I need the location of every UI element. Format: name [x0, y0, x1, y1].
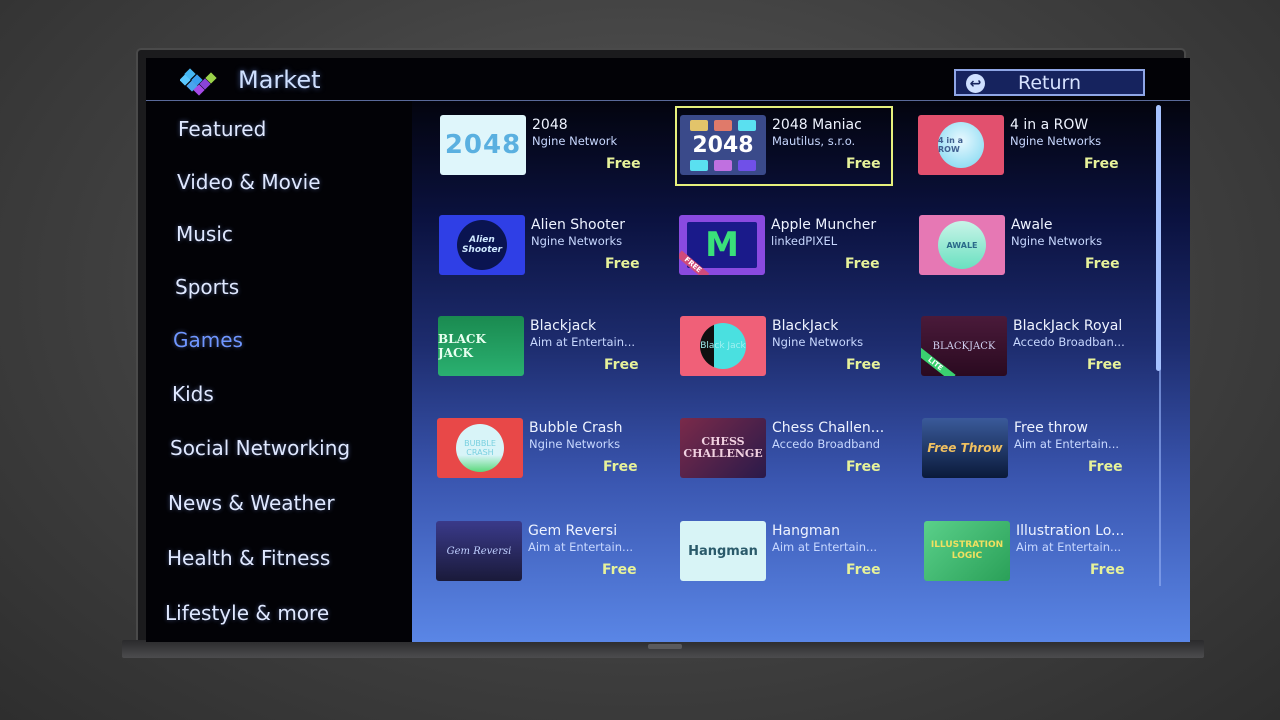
app-price: Free — [845, 256, 880, 272]
app-price: Free — [846, 156, 881, 172]
app-price: Free — [1088, 459, 1123, 475]
app-developer: Ngine Networks — [1010, 134, 1102, 148]
page-title: Market — [238, 66, 321, 94]
sidebar-item-health-fitness[interactable]: Health & Fitness — [167, 546, 330, 570]
app-tile-alien-shooter[interactable]: Alien Shooter Alien Shooter Ngine Networ… — [439, 211, 679, 281]
app-name: BlackJack — [772, 318, 839, 334]
app-thumbnail: Alien Shooter — [439, 215, 525, 275]
app-tile-bubble-crash[interactable]: BUBBLE CRASH Bubble Crash Ngine Networks… — [437, 414, 677, 484]
app-price: Free — [1087, 357, 1122, 373]
app-thumbnail: M FREE — [679, 215, 765, 275]
app-tile-blackjack-royal[interactable]: BLACKJACK LITE BlackJack Royal Accedo Br… — [921, 312, 1161, 382]
app-tile-apple-muncher[interactable]: M FREE Apple Muncher linkedPIXEL Free — [679, 211, 919, 281]
app-name: Free throw — [1014, 420, 1088, 436]
app-thumbnail: AWALE — [919, 215, 1005, 275]
app-name: Awale — [1011, 217, 1053, 233]
app-thumbnail: 4 in a ROW — [918, 115, 1004, 175]
app-thumbnail: BUBBLE CRASH — [437, 418, 523, 478]
app-developer: linkedPIXEL — [771, 234, 838, 248]
scrollbar-thumb[interactable] — [1156, 105, 1161, 371]
app-thumbnail: BLACK JACK — [438, 316, 524, 376]
app-developer: Aim at Entertain... — [1014, 437, 1120, 451]
sidebar-item-sports[interactable]: Sports — [175, 275, 239, 299]
return-button[interactable]: ↩ Return — [954, 69, 1145, 96]
app-tile-blackjack-ngine[interactable]: Black Jack BlackJack Ngine Networks Free — [680, 312, 920, 382]
app-name: Illustration Lo... — [1016, 523, 1125, 539]
app-tile-hangman[interactable]: Hangman Hangman Aim at Entertain... Free — [680, 517, 920, 587]
app-developer: Ngine Networks — [529, 437, 621, 451]
sidebar-item-music[interactable]: Music — [176, 222, 233, 246]
sidebar-item-video-movie[interactable]: Video & Movie — [177, 170, 321, 194]
app-price: Free — [605, 256, 640, 272]
app-price: Free — [603, 459, 638, 475]
app-developer: Accedo Broadband — [772, 437, 881, 451]
app-thumbnail: ILLUSTRATION LOGIC — [924, 521, 1010, 581]
app-developer: Aim at Entertain... — [772, 540, 878, 554]
app-developer: Ngine Networks — [772, 335, 864, 349]
app-name: Gem Reversi — [528, 523, 618, 539]
app-developer: Aim at Entertain... — [530, 335, 636, 349]
app-grid: 2048 2048 Ngine Network Free 2048 2048 M… — [412, 101, 1190, 642]
app-thumbnail: Gem Reversi — [436, 521, 522, 581]
sidebar-item-games[interactable]: Games — [173, 328, 243, 352]
sidebar-item-social-networking[interactable]: Social Networking — [170, 436, 350, 460]
tv-stand-bar — [122, 640, 1204, 658]
app-name: Blackjack — [530, 318, 597, 334]
app-tile-illustration-logic[interactable]: ILLUSTRATION LOGIC Illustration Lo... Ai… — [924, 517, 1164, 587]
app-price: Free — [606, 156, 641, 172]
app-price: Free — [604, 357, 639, 373]
app-price: Free — [602, 562, 637, 578]
app-name: Apple Muncher — [771, 217, 877, 233]
app-tile-blackjack[interactable]: BLACK JACK Blackjack Aim at Entertain...… — [438, 312, 678, 382]
app-name: Chess Challen... — [772, 420, 885, 436]
app-tile-free-throw[interactable]: Free Throw Free throw Aim at Entertain..… — [922, 414, 1162, 484]
app-name: 2048 — [532, 117, 568, 133]
app-thumbnail: BLACKJACK LITE — [921, 316, 1007, 376]
sidebar-item-kids[interactable]: Kids — [172, 382, 214, 406]
app-thumbnail: CHESS CHALLENGE — [680, 418, 766, 478]
app-developer: Accedo Broadban... — [1013, 335, 1125, 349]
app-developer: Ngine Network — [532, 134, 618, 148]
app-name: 4 in a ROW — [1010, 117, 1089, 133]
app-tile-4-in-a-row[interactable]: 4 in a ROW 4 in a ROW Ngine Networks Fre… — [918, 111, 1158, 181]
app-name: 2048 Maniac — [772, 117, 862, 133]
app-tile-awale[interactable]: AWALE Awale Ngine Networks Free — [919, 211, 1159, 281]
app-name: BlackJack Royal — [1013, 318, 1123, 334]
app-name: Bubble Crash — [529, 420, 623, 436]
app-tile-gem-reversi[interactable]: Gem Reversi Gem Reversi Aim at Entertain… — [436, 517, 676, 587]
market-logo-icon — [180, 68, 217, 96]
app-price: Free — [846, 562, 881, 578]
header: Market ↩ Return — [146, 58, 1190, 100]
app-thumbnail: 2048 — [680, 115, 766, 175]
return-icon: ↩ — [966, 74, 985, 93]
app-price: Free — [1090, 562, 1125, 578]
tv-brand-logo — [648, 644, 682, 649]
sidebar-item-featured[interactable]: Featured — [178, 117, 266, 141]
app-developer: Ngine Networks — [531, 234, 623, 248]
app-thumbnail: Black Jack — [680, 316, 766, 376]
app-tile-chess-challenge[interactable]: CHESS CHALLENGE Chess Challen... Accedo … — [680, 414, 920, 484]
sidebar-item-news-weather[interactable]: News & Weather — [168, 491, 335, 515]
app-thumbnail: Free Throw — [922, 418, 1008, 478]
app-price: Free — [846, 357, 881, 373]
app-tile-2048[interactable]: 2048 2048 Ngine Network Free — [440, 111, 680, 181]
app-thumbnail: Hangman — [680, 521, 766, 581]
app-price: Free — [846, 459, 881, 475]
app-price: Free — [1084, 156, 1119, 172]
return-label: Return — [1017, 71, 1082, 94]
app-name: Alien Shooter — [531, 217, 626, 233]
tv-screen: Market ↩ Return Featured Video & Movie M… — [146, 58, 1190, 642]
app-developer: Ngine Networks — [1011, 234, 1103, 248]
app-price: Free — [1085, 256, 1120, 272]
app-thumbnail: 2048 — [440, 115, 526, 175]
app-developer: Aim at Entertain... — [1016, 540, 1122, 554]
sidebar-item-lifestyle-more[interactable]: Lifestyle & more — [165, 601, 329, 625]
category-sidebar: Featured Video & Movie Music Sports Game… — [146, 101, 412, 642]
app-tile-2048-maniac[interactable]: 2048 2048 Maniac Mautilus, s.r.o. Free — [675, 106, 893, 186]
app-developer: Aim at Entertain... — [528, 540, 634, 554]
app-name: Hangman — [772, 523, 840, 539]
app-developer: Mautilus, s.r.o. — [772, 134, 856, 148]
